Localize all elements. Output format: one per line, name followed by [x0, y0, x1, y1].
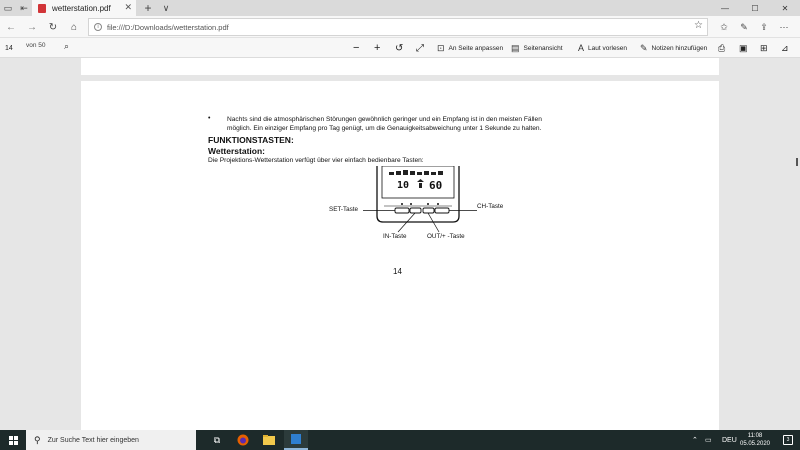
- address-bar: ← → ↻ ⌂ i file:///D:/Downloads/wettersta…: [0, 16, 800, 38]
- display-digits-left: 10: [397, 180, 410, 191]
- fit-page-icon: ⊡: [437, 42, 445, 53]
- zoom-out-button[interactable]: −: [353, 41, 359, 55]
- reading-list-icon[interactable]: ✎: [736, 19, 752, 35]
- fit-page-button[interactable]: ⊡ An Seite anpassen: [437, 41, 503, 55]
- description-text: Die Projektions-Wetterstation verfügt üb…: [208, 157, 424, 164]
- pdf-toolbar: 14 von 50 ⌕ − + ↺ ⤢ ⊡ An Seite anpassen …: [0, 38, 800, 58]
- back-icon[interactable]: ←: [3, 19, 19, 35]
- plus-icon: +: [374, 42, 381, 54]
- file-explorer-app[interactable]: [257, 430, 281, 450]
- save-as-icon: ⊞: [760, 42, 768, 53]
- favorites-list-icon[interactable]: ✩: [716, 19, 732, 35]
- page-total-label: von 50: [26, 42, 46, 49]
- expand-icon: ⤢: [416, 42, 424, 54]
- close-window-button[interactable]: ✕: [770, 0, 800, 16]
- tray-chevron-icon[interactable]: ⌃: [692, 430, 698, 450]
- edge-icon: [291, 434, 301, 444]
- more-icon[interactable]: ⋯: [776, 19, 792, 35]
- heading-function-keys: FUNKTIONSTASTEN:: [208, 135, 294, 145]
- forward-icon[interactable]: →: [24, 19, 40, 35]
- url-text: file:///D:/Downloads/wetterstation.pdf: [107, 22, 229, 32]
- search-icon: ⚲: [34, 434, 41, 445]
- print-button[interactable]: ⎙: [718, 41, 725, 55]
- new-tab-button[interactable]: +: [140, 0, 156, 16]
- read-aloud-button[interactable]: A Laut vorlesen: [578, 41, 627, 55]
- maximize-button[interactable]: ☐: [740, 0, 770, 16]
- url-input[interactable]: i file:///D:/Downloads/wetterstation.pdf…: [88, 18, 708, 36]
- bullet-line-1: Nachts sind die atmosphärischen Störunge…: [227, 116, 542, 123]
- taskbar-search[interactable]: ⚲ Zur Suche Text hier eingeben: [26, 430, 196, 450]
- previous-page: [81, 58, 719, 75]
- print-icon: ⎙: [718, 42, 726, 53]
- page-number-input[interactable]: 14: [3, 41, 21, 55]
- save-button[interactable]: ▣: [739, 41, 748, 55]
- rotate-button[interactable]: ↺: [395, 41, 403, 55]
- info-icon[interactable]: i: [94, 23, 102, 31]
- back-tabs-icon[interactable]: ⇤: [16, 0, 32, 16]
- search-placeholder: Zur Suche Text hier eingeben: [47, 436, 139, 444]
- label-ch-key: CH-Taste: [477, 203, 504, 210]
- tab-actions-icon[interactable]: ▭: [0, 0, 16, 16]
- bullet-line-2: möglich. Ein einziger Empfang pro Tag ge…: [227, 125, 542, 132]
- clock-time: 11:08: [747, 433, 763, 439]
- add-notes-label: Notizen hinzufügen: [651, 44, 708, 52]
- folder-icon: [263, 435, 275, 445]
- fit-page-label: An Seite anpassen: [448, 44, 504, 52]
- heading-weather-station: Wetterstation:: [208, 146, 265, 156]
- add-notes-icon: ✎: [640, 42, 648, 53]
- rotate-icon: ↺: [395, 42, 404, 54]
- active-tab[interactable]: wetterstation.pdf ✕: [32, 0, 136, 16]
- notification-center-icon[interactable]: 3: [783, 435, 793, 445]
- save-as-button[interactable]: ⊞: [760, 41, 768, 55]
- add-notes-button[interactable]: ✎ Notizen hinzufügen: [640, 41, 707, 55]
- windows-logo-icon: [8, 435, 18, 445]
- pdf-page: • Nachts sind die atmosphärischen Störun…: [81, 81, 719, 441]
- pin-toolbar-button[interactable]: ⊿: [781, 41, 789, 55]
- task-view-icon[interactable]: ⧉: [205, 430, 229, 450]
- taskbar: ⚲ Zur Suche Text hier eingeben ⧉ ⌃ ▭ DEU…: [0, 430, 800, 450]
- read-aloud-label: Laut vorlesen: [588, 44, 628, 52]
- scrollbar-thumb[interactable]: [796, 158, 798, 166]
- page-number: 14: [393, 267, 402, 276]
- firefox-icon: [237, 434, 249, 446]
- start-button[interactable]: [0, 430, 26, 450]
- firefox-app[interactable]: [231, 430, 255, 450]
- title-bar: ▭ ⇤ wetterstation.pdf ✕ + ∨ — ☐ ✕: [0, 0, 800, 16]
- tab-menu-icon[interactable]: ∨: [158, 0, 174, 16]
- screen: ▭ ⇤ wetterstation.pdf ✕ + ∨ — ☐ ✕ ← → ↻ …: [0, 0, 800, 450]
- share-icon[interactable]: ⇪: [756, 19, 772, 35]
- tab-title: wetterstation.pdf: [52, 3, 111, 13]
- pin-icon: ⊿: [781, 42, 789, 53]
- keys-diagram: 10 60 SET-Taste CH-Taste IN-Taste OUT/+ …: [311, 165, 503, 256]
- label-out-key: OUT/+ -Taste: [427, 233, 465, 240]
- refresh-icon[interactable]: ↻: [45, 19, 61, 35]
- display-digits-right: 60: [429, 179, 443, 192]
- minus-icon: −: [353, 42, 360, 54]
- tab-close-icon[interactable]: ✕: [124, 2, 132, 13]
- label-set-key: SET-Taste: [329, 206, 359, 213]
- bullet-icon: •: [208, 115, 211, 122]
- page-view-label: Seitenansicht: [523, 44, 563, 52]
- label-in-key: IN-Taste: [383, 233, 407, 240]
- search-icon[interactable]: ⌕: [64, 41, 69, 52]
- page-view-button[interactable]: ▤ Seitenansicht: [511, 41, 563, 55]
- clock-date: 05.05.2020: [739, 441, 771, 447]
- clock[interactable]: 11:08 05.05.2020: [733, 432, 777, 448]
- minimize-button[interactable]: —: [710, 0, 740, 16]
- page-view-icon: ▤: [511, 42, 520, 53]
- home-icon[interactable]: ⌂: [66, 19, 82, 35]
- pdf-icon: [38, 3, 46, 13]
- favorite-star-icon[interactable]: ☆: [694, 20, 703, 31]
- read-aloud-icon: A: [578, 43, 585, 53]
- edge-app[interactable]: [284, 430, 308, 450]
- network-icon[interactable]: ▭: [705, 430, 712, 450]
- save-icon: ▣: [739, 42, 748, 53]
- zoom-in-button[interactable]: +: [374, 41, 380, 55]
- fullscreen-button[interactable]: ⤢: [416, 41, 424, 55]
- document-viewer[interactable]: • Nachts sind die atmosphärischen Störun…: [0, 58, 800, 441]
